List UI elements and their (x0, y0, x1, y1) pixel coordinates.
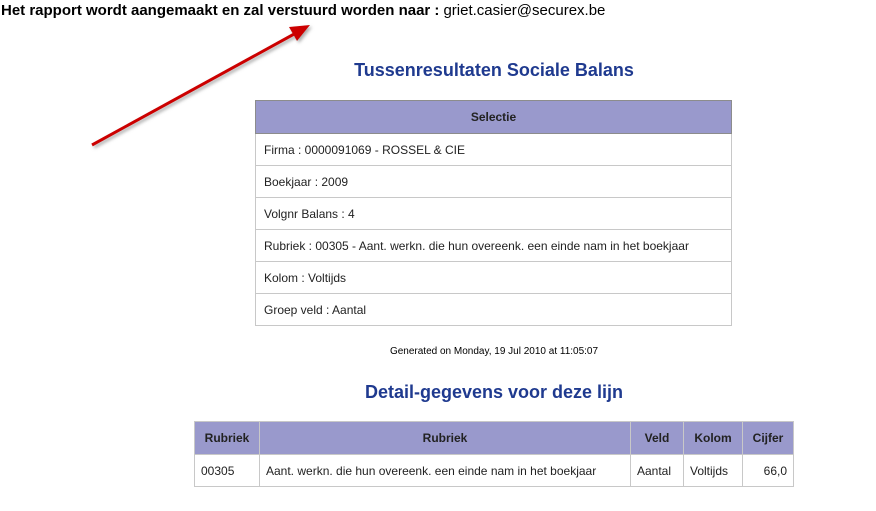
generated-timestamp: Generated on Monday, 19 Jul 2010 at 11:0… (389, 346, 599, 357)
detail-table: Rubriek Rubriek Veld Kolom Cijfer 00305 … (194, 421, 794, 487)
selection-row: Groep veld : Aantal (255, 293, 732, 326)
cell-rubriek: Aant. werkn. die hun overeenk. een einde… (259, 454, 631, 487)
selection-row: Rubriek : 00305 - Aant. werkn. die hun o… (255, 229, 732, 262)
cell-cijfer: 66,0 (742, 454, 794, 487)
cell-veld: Aantal (630, 454, 684, 487)
col-header-veld: Veld (630, 421, 684, 455)
cell-kolom: Voltijds (683, 454, 743, 487)
col-header-kolom: Kolom (683, 421, 743, 455)
selection-row: Boekjaar : 2009 (255, 165, 732, 198)
table-row: 00305 Aant. werkn. die hun overeenk. een… (194, 454, 794, 487)
page: Het rapport wordt aangemaakt en zal vers… (0, 0, 876, 511)
selection-row: Volgnr Balans : 4 (255, 197, 732, 230)
col-header-cijfer: Cijfer (742, 421, 794, 455)
page-title: Tussenresultaten Sociale Balans (354, 60, 634, 80)
detail-title: Detail-gegevens voor deze lijn (364, 382, 624, 402)
selection-header: Selectie (255, 100, 732, 134)
selection-table: Selectie Firma : 0000091069 - ROSSEL & C… (255, 100, 732, 326)
selection-row: Kolom : Voltijds (255, 261, 732, 294)
cell-rubriek-code: 00305 (194, 454, 260, 487)
selection-row: Firma : 0000091069 - ROSSEL & CIE (255, 133, 732, 166)
col-header-rubriek-code: Rubriek (194, 421, 260, 455)
col-header-rubriek: Rubriek (259, 421, 631, 455)
